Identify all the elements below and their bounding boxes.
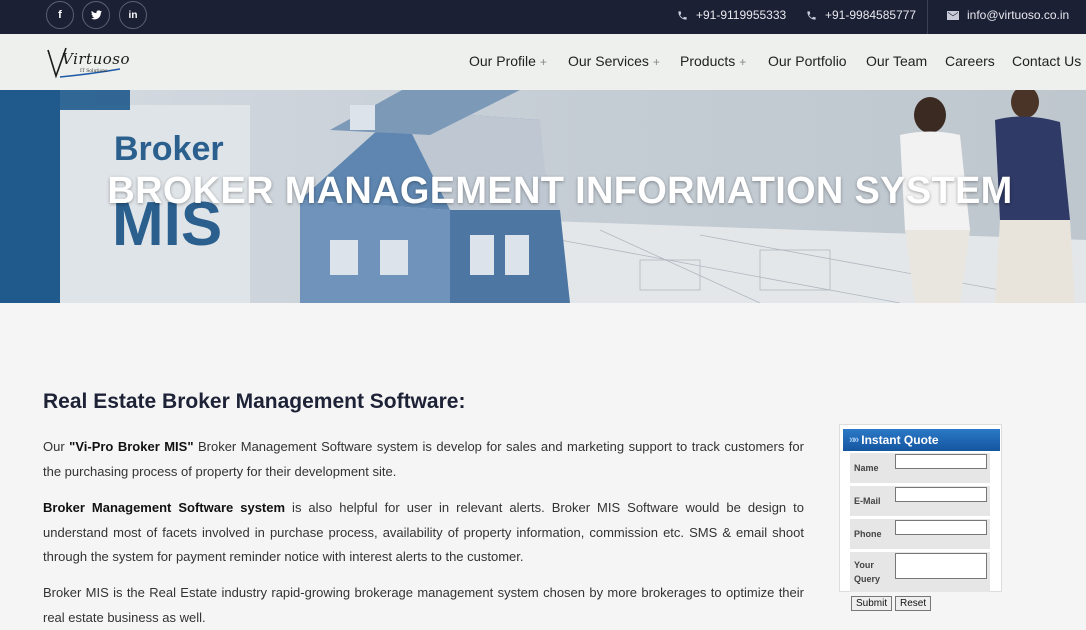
nav-products[interactable]: Products + [680, 53, 746, 69]
nav-careers[interactable]: Careers [945, 53, 995, 69]
paragraph-3: Broker MIS is the Real Estate industry r… [43, 585, 804, 625]
nav-our-portfolio[interactable]: Our Portfolio [768, 53, 847, 69]
phone-contact-1[interactable]: +91-9119955333 [677, 8, 786, 22]
product-name: "Vi-Pro Broker MIS" [69, 439, 194, 454]
twitter-icon[interactable] [82, 1, 110, 29]
query-textarea[interactable] [895, 553, 987, 579]
quote-title: Instant Quote [861, 433, 939, 447]
logo-subtext: IT Solutions [80, 69, 108, 74]
hero-banner: Broker MIS BROKER MANAGEMENT INFORMATION… [0, 90, 1086, 303]
email-field[interactable] [895, 487, 987, 502]
virtuoso-logo[interactable]: Virtuoso IT Solutions [46, 40, 129, 84]
facebook-icon[interactable]: f [46, 1, 74, 29]
instant-quote-form: »» Instant Quote Name E-Mail Phone Your Q… [839, 424, 1002, 592]
name-field[interactable] [895, 454, 987, 469]
query-label: Your Query [854, 560, 881, 584]
email-contact[interactable]: info@virtuoso.co.in [947, 8, 1069, 22]
sign-text-broker: Broker [114, 130, 224, 168]
nav-our-profile[interactable]: Our Profile + [469, 53, 547, 69]
email-label: E-Mail [854, 496, 881, 506]
expand-plus-icon: + [739, 55, 747, 69]
paragraph-1: Our "Vi-Pro Broker MIS" Broker Managemen… [43, 439, 804, 479]
expand-plus-icon: + [652, 55, 660, 69]
expand-plus-icon: + [539, 55, 547, 69]
double-chevron-icon: »» [849, 434, 859, 446]
email-address: info@virtuoso.co.in [967, 8, 1070, 22]
phone-icon [678, 10, 687, 20]
quote-header: »» Instant Quote [843, 429, 1000, 451]
phone-field[interactable] [895, 520, 987, 535]
name-label: Name [854, 463, 879, 473]
submit-button[interactable]: Submit [851, 596, 893, 611]
phone-icon [807, 10, 816, 20]
reset-button[interactable]: Reset [895, 596, 932, 611]
phone-label: Phone [854, 529, 882, 539]
section-heading: Real Estate Broker Management Software: [43, 390, 466, 413]
page-title: BROKER MANAGEMENT INFORMATION SYSTEM [107, 170, 1013, 212]
envelope-icon [947, 10, 959, 20]
phone-row: Phone [850, 519, 990, 549]
query-row: Your Query [850, 552, 990, 592]
topbar-divider [927, 0, 928, 34]
name-row: Name [850, 453, 990, 483]
top-bar: f in +91-9119955333 +91-9984585777 info@… [0, 0, 1086, 34]
logo-text: Virtuoso [62, 50, 130, 68]
email-row: E-Mail [850, 486, 990, 516]
linkedin-icon[interactable]: in [119, 1, 147, 29]
phone-number-2: +91-9984585777 [825, 8, 917, 22]
main-navbar: Virtuoso IT Solutions Our Profile + Our S… [0, 34, 1086, 90]
phone-contact-2[interactable]: +91-9984585777 [806, 8, 916, 22]
nav-contact-us[interactable]: Contact Us [1012, 53, 1081, 69]
phone-number-1: +91-9119955333 [696, 8, 787, 22]
nav-our-services[interactable]: Our Services + [568, 53, 660, 69]
paragraph-2: Broker Management Software system is als… [43, 500, 804, 564]
nav-our-team[interactable]: Our Team [866, 53, 927, 69]
